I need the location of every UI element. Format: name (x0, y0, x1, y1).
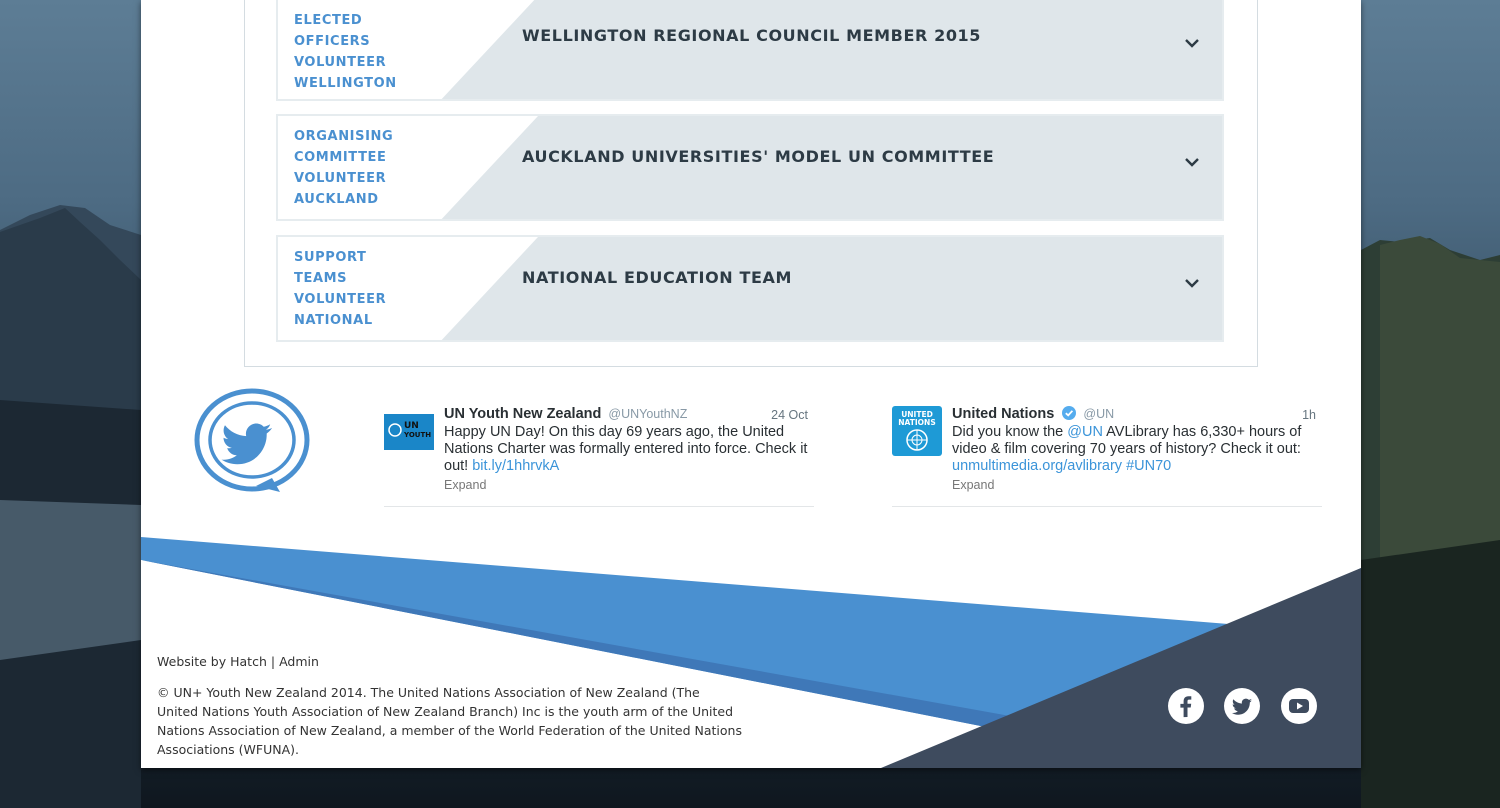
tweet-header: United Nations @UN (952, 406, 1114, 422)
role-tag[interactable]: Volunteer (294, 52, 538, 73)
admin-link[interactable]: Admin (279, 654, 319, 669)
tweet: UNITED NATIONS United Nations @UN 1h Did… (892, 404, 1322, 507)
role-tag[interactable]: Wellington (294, 73, 538, 94)
svg-text:YOUTH: YOUTH (403, 431, 431, 439)
hatch-link[interactable]: Hatch (230, 654, 267, 669)
page-content: Elected Officers Volunteer Wellington WE… (141, 0, 1361, 768)
role-tag[interactable]: Teams (294, 268, 538, 289)
role-tag[interactable]: Support (294, 247, 538, 268)
tweet-author-name[interactable]: United Nations (952, 406, 1054, 422)
role-tag[interactable]: Officers (294, 31, 538, 52)
twitter-icon[interactable] (1224, 688, 1260, 724)
role-tag[interactable]: Committee (294, 147, 538, 168)
role-tag[interactable]: Volunteer (294, 289, 538, 310)
role-tag[interactable]: Auckland (294, 189, 538, 210)
tweet-link[interactable]: bit.ly/1hhrvkA (472, 458, 559, 474)
tweet-header: UN Youth New Zealand @UNYouthNZ (444, 406, 687, 422)
copyright-text: © UN+ Youth New Zealand 2014. The United… (157, 685, 742, 757)
avatar[interactable]: UN YOUTH (384, 406, 434, 456)
role-tag[interactable]: Volunteer (294, 168, 538, 189)
tweet-author-handle[interactable]: @UN (1083, 407, 1114, 421)
facebook-icon[interactable] (1168, 688, 1204, 724)
chevron-down-icon[interactable] (1184, 38, 1200, 48)
svg-text:NATIONS: NATIONS (898, 418, 935, 427)
tweet-author-handle[interactable]: @UNYouthNZ (608, 407, 687, 421)
twitter-bubble-icon (194, 388, 310, 492)
tweet-link[interactable]: unmultimedia.org/avlibrary (952, 458, 1122, 474)
credit-prefix: Website by (157, 654, 227, 669)
role-tags: Organising Committee Volunteer Auckland (278, 116, 538, 219)
youtube-icon[interactable] (1281, 688, 1317, 724)
role-title[interactable]: AUCKLAND UNIVERSITIES' MODEL UN COMMITTE… (522, 147, 994, 166)
tweet-expand-link[interactable]: Expand (952, 478, 994, 492)
role-card[interactable]: Organising Committee Volunteer Auckland … (276, 114, 1224, 221)
role-title[interactable]: WELLINGTON REGIONAL COUNCIL MEMBER 2015 (522, 26, 981, 45)
avatar[interactable]: UNITED NATIONS (892, 406, 942, 456)
role-tags: Elected Officers Volunteer Wellington (278, 0, 538, 99)
tweet-time[interactable]: 1h (1302, 408, 1316, 422)
role-tag[interactable]: Organising (294, 126, 538, 147)
chevron-down-icon[interactable] (1184, 278, 1200, 288)
footer-links: Website by Hatch | Admin (157, 654, 319, 669)
chevron-down-icon[interactable] (1184, 157, 1200, 167)
separator: | (270, 654, 276, 669)
tweet-text: Did you know the @UN AVLibrary has 6,330… (952, 424, 1322, 475)
tweet-time[interactable]: 24 Oct (771, 408, 808, 422)
role-card[interactable]: Elected Officers Volunteer Wellington WE… (276, 0, 1224, 101)
tweet-text: Happy UN Day! On this day 69 years ago, … (444, 424, 814, 475)
tweet-body: Did you know the (952, 424, 1064, 440)
tweet-mention[interactable]: @UN (1067, 424, 1103, 440)
role-title[interactable]: NATIONAL EDUCATION TEAM (522, 268, 792, 287)
role-tag[interactable]: National (294, 310, 538, 331)
role-tags: Support Teams Volunteer National (278, 237, 538, 340)
tweet-author-name[interactable]: UN Youth New Zealand (444, 406, 601, 422)
verified-badge-icon (1062, 406, 1077, 420)
tweet: UN YOUTH UN Youth New Zealand @UNYouthNZ… (384, 404, 814, 507)
tweet-hashtag[interactable]: #UN70 (1126, 458, 1171, 474)
role-card[interactable]: Support Teams Volunteer National NATIONA… (276, 235, 1224, 342)
role-tag[interactable]: Elected (294, 10, 538, 31)
svg-text:UN: UN (404, 421, 419, 431)
tweet-expand-link[interactable]: Expand (444, 478, 486, 492)
